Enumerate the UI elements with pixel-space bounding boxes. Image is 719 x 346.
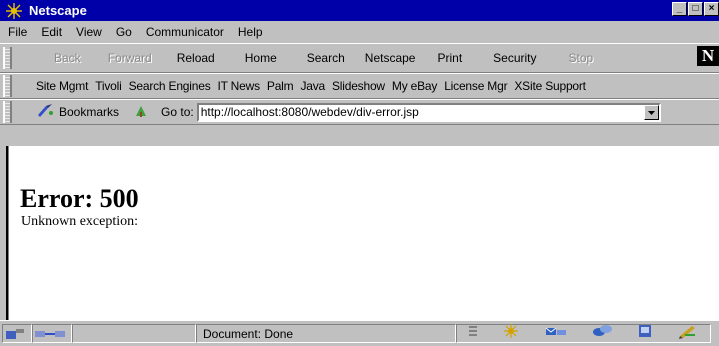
window-title: Netscape: [29, 3, 87, 18]
link-java[interactable]: Java: [300, 79, 325, 93]
stop-button[interactable]: Stop: [569, 51, 594, 65]
netscape-app-icon: [5, 2, 23, 19]
url-text: http://localhost:8080/webdev/div-error.j…: [200, 104, 419, 119]
toolbar-grip[interactable]: [3, 75, 12, 97]
url-dropdown-button[interactable]: [643, 104, 659, 120]
component-bar-grip-icon[interactable]: [468, 324, 478, 343]
print-button[interactable]: Print: [437, 51, 462, 65]
forward-button[interactable]: Forward: [108, 51, 152, 65]
home-button[interactable]: Home: [245, 51, 277, 65]
navigator-icon[interactable]: [501, 323, 521, 344]
status-text: Document: Done: [203, 326, 294, 341]
minimize-button[interactable]: _: [672, 2, 687, 16]
toolbar-grip[interactable]: [3, 47, 12, 69]
netscape-button[interactable]: Netscape: [365, 51, 416, 65]
component-bar: [456, 324, 711, 343]
progress-area: [72, 324, 196, 343]
goto-label: Go to:: [161, 105, 194, 119]
back-button[interactable]: Back: [54, 51, 81, 65]
netscape-window: Netscape _ □ × File Edit View Go Communi…: [0, 0, 719, 346]
error-message: Unknown exception:: [21, 214, 139, 229]
title-bar[interactable]: Netscape _ □ ×: [0, 0, 719, 21]
link-my-ebay[interactable]: My eBay: [392, 79, 437, 93]
page-content: Error: 500 Unknown exception:: [6, 146, 719, 320]
search-button[interactable]: Search: [307, 51, 345, 65]
maximize-button[interactable]: □: [688, 2, 703, 16]
navigation-toolbar: Back Forward Reload Home Search Netscape…: [0, 43, 719, 73]
location-icon[interactable]: [133, 103, 149, 122]
link-xsite-support[interactable]: XSite Support: [514, 79, 586, 93]
mail-icon[interactable]: [544, 323, 568, 344]
menu-communicator[interactable]: Communicator: [139, 25, 231, 39]
address-book-icon[interactable]: [636, 323, 654, 344]
security-button[interactable]: Security: [493, 51, 536, 65]
reload-button[interactable]: Reload: [177, 51, 215, 65]
personal-toolbar: Site Mgmt Tivoli Search Engines IT News …: [0, 73, 719, 99]
url-field[interactable]: http://localhost:8080/webdev/div-error.j…: [196, 102, 661, 122]
link-palm[interactable]: Palm: [267, 79, 294, 93]
link-license-mgr[interactable]: License Mgr: [444, 79, 507, 93]
connection-icon[interactable]: [32, 324, 72, 343]
security-lock-icon[interactable]: [2, 324, 32, 343]
menu-help[interactable]: Help: [231, 25, 270, 39]
link-search-engines[interactable]: Search Engines: [129, 79, 211, 93]
menu-edit[interactable]: Edit: [34, 25, 69, 39]
location-toolbar: Bookmarks Go to: http://localhost:8080/w…: [0, 99, 719, 125]
bookmarks-button[interactable]: Bookmarks: [59, 105, 119, 119]
status-bar: Document: Done: [0, 320, 719, 346]
toolbar-grip[interactable]: [3, 101, 12, 123]
link-slideshow[interactable]: Slideshow: [332, 79, 385, 93]
error-heading: Error: 500: [20, 184, 139, 213]
netscape-n-logo[interactable]: N: [697, 46, 719, 66]
link-tivoli[interactable]: Tivoli: [95, 79, 122, 93]
close-button[interactable]: ×: [704, 2, 719, 16]
bookmarks-icon[interactable]: [36, 103, 56, 122]
menu-bar: File Edit View Go Communicator Help: [0, 21, 719, 43]
menu-view[interactable]: View: [69, 25, 109, 39]
menu-go[interactable]: Go: [109, 25, 139, 39]
menu-file[interactable]: File: [0, 25, 34, 39]
composer-icon[interactable]: [677, 323, 699, 344]
discussion-icon[interactable]: [591, 323, 613, 344]
status-message-area: Document: Done: [196, 324, 456, 343]
link-it-news[interactable]: IT News: [218, 79, 261, 93]
link-site-mgmt[interactable]: Site Mgmt: [36, 79, 88, 93]
